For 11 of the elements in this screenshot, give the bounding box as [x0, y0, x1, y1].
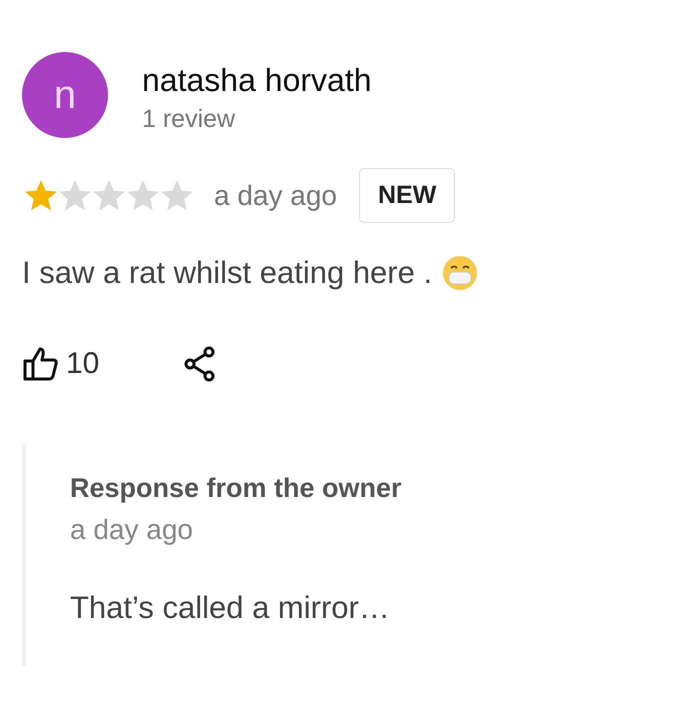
response-time: a day ago	[70, 514, 194, 546]
like-count: 10	[66, 347, 100, 381]
review-text: I saw a rat whilst eating here .	[22, 255, 432, 291]
response-title: Response from the owner	[70, 473, 403, 504]
review-count: 1 review	[142, 105, 236, 134]
avatar: n	[22, 52, 108, 138]
response-text: That’s called a mirror…	[70, 590, 391, 626]
author-name[interactable]: natasha horvath	[142, 62, 372, 99]
masked-face-icon	[442, 255, 478, 291]
new-badge: NEW	[359, 168, 456, 223]
review-time: a day ago	[214, 180, 337, 212]
